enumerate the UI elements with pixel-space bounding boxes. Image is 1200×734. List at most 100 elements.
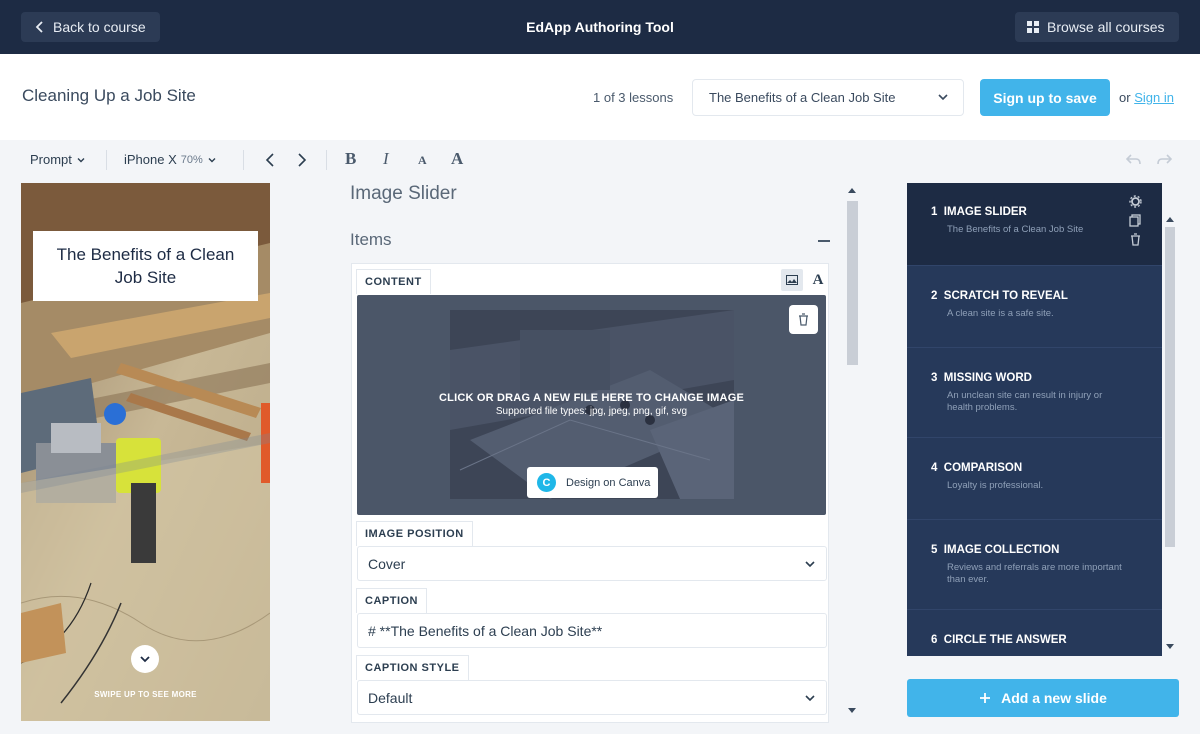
slide-item[interactable]: 5 IMAGE COLLECTION Reviews and referrals…	[907, 519, 1162, 609]
grid-icon	[1027, 21, 1039, 33]
items-heading: Items	[350, 230, 392, 249]
phone-preview[interactable]: The Benefits of a Clean Job Site SWIPE U…	[21, 183, 270, 721]
caption-style-value: Default	[368, 689, 413, 706]
slides-list: 1 IMAGE SLIDER The Benefits of a Clean J…	[907, 183, 1162, 656]
toolbar-divider	[243, 150, 244, 170]
slides-scroll-thumb[interactable]	[1165, 227, 1175, 547]
device-label: iPhone X	[124, 152, 177, 167]
preview-slide-title: The Benefits of a Clean Job Site	[33, 231, 258, 301]
content-type-toggle: A	[781, 269, 829, 291]
section-title: Image Slider	[350, 183, 457, 204]
chevron-down-icon	[938, 94, 948, 101]
caption-value: # **The Benefits of a Clean Job Site**	[368, 622, 603, 639]
sign-in-link[interactable]: Sign in	[1134, 90, 1174, 105]
slides-scrollbar[interactable]	[1162, 183, 1178, 656]
trash-icon	[799, 313, 808, 326]
slide-editor: Image Slider Items CONTENT A CLICK OR DR…	[350, 180, 830, 734]
swipe-hint: SWIPE UP TO SEE MORE	[94, 690, 197, 699]
mode-label: Prompt	[30, 152, 72, 167]
scroll-down-button[interactable]	[131, 645, 159, 673]
slide-title: 6 CIRCLE THE ANSWER	[931, 634, 1067, 646]
design-on-canva-button[interactable]: C Design on Canva	[527, 467, 658, 498]
scroll-down-arrow[interactable]	[848, 708, 856, 713]
content-tag: CONTENT	[356, 269, 431, 294]
gear-icon[interactable]	[1129, 195, 1142, 208]
design-on-canva-label: Design on Canva	[566, 476, 651, 489]
slide-item[interactable]: 3 MISSING WORD An unclean site can resul…	[907, 347, 1162, 437]
or-text: or	[1119, 90, 1131, 105]
next-slide-icon[interactable]	[296, 152, 308, 168]
editor-scroll-thumb[interactable]	[847, 201, 858, 365]
chevron-down-icon	[805, 695, 815, 702]
previous-slide-icon[interactable]	[264, 152, 276, 168]
image-position-select[interactable]: Cover	[357, 546, 827, 581]
slide-description: The Benefits of a Clean Job Site	[947, 224, 1084, 235]
top-bar: Back to course EdApp Authoring Tool Brow…	[0, 0, 1200, 54]
add-new-slide-label: Add a new slide	[1001, 690, 1107, 706]
chevron-down-icon	[77, 157, 85, 162]
duplicate-icon[interactable]	[1129, 214, 1142, 227]
slide-description: An unclean site can result in injury or …	[947, 390, 1103, 413]
slide-item[interactable]: 1 IMAGE SLIDER The Benefits of a Clean J…	[907, 183, 1162, 265]
text-small-button[interactable]: A	[418, 153, 427, 168]
back-to-course-button[interactable]: Back to course	[21, 12, 160, 42]
slide-description: A clean site is a safe site.	[947, 308, 1054, 319]
supported-file-types: Supported file types: jpg, jpeg, png, gi…	[495, 406, 688, 417]
back-to-course-label: Back to course	[53, 19, 146, 35]
chevron-down-icon	[140, 656, 150, 663]
browse-all-courses-label: Browse all courses	[1047, 19, 1165, 35]
drop-message: CLICK OR DRAG A NEW FILE HERE TO CHANGE …	[439, 392, 744, 404]
plus-icon	[980, 693, 991, 703]
caption-style-tag: CAPTION STYLE	[356, 655, 469, 680]
editor-scrollbar[interactable]	[845, 188, 860, 718]
image-mode-icon[interactable]	[781, 269, 803, 291]
zoom-level: 70%	[180, 153, 203, 166]
toolbar-divider	[106, 150, 107, 170]
text-mode-icon[interactable]: A	[807, 269, 829, 291]
scroll-up-arrow[interactable]	[848, 188, 856, 193]
image-dropzone[interactable]: CLICK OR DRAG A NEW FILE HERE TO CHANGE …	[357, 295, 826, 515]
sign-up-button[interactable]: Sign up to save	[980, 79, 1110, 116]
device-dropdown[interactable]: iPhone X 70%	[124, 152, 217, 167]
caption-tag: CAPTION	[356, 588, 427, 613]
chevron-left-icon	[35, 21, 43, 33]
canva-logo-icon: C	[537, 473, 556, 492]
caption-input[interactable]: # **The Benefits of a Clean Job Site**	[357, 613, 827, 648]
lesson-select[interactable]: The Benefits of a Clean Job Site	[692, 79, 964, 116]
lesson-bar: Cleaning Up a Job Site 1 of 3 lessons Th…	[0, 54, 1200, 140]
image-position-tag: IMAGE POSITION	[356, 521, 473, 546]
lesson-count: 1 of 3 lessons	[593, 90, 674, 105]
bold-button[interactable]: B	[345, 149, 356, 169]
add-new-slide-button[interactable]: Add a new slide	[907, 679, 1179, 717]
sign-in-prompt: or Sign in	[1119, 90, 1174, 105]
lesson-select-value: The Benefits of a Clean Job Site	[709, 90, 896, 105]
item-card: CONTENT A CLICK OR DRAG A NEW FILE HERE …	[351, 263, 829, 723]
slide-actions	[1129, 195, 1142, 246]
slide-title: 4 COMPARISON	[931, 462, 1023, 474]
slide-title: 5 IMAGE COLLECTION	[931, 544, 1060, 556]
scroll-down-arrow[interactable]	[1166, 644, 1174, 649]
chevron-down-icon	[208, 157, 216, 162]
image-position-value: Cover	[368, 555, 406, 572]
scroll-up-arrow[interactable]	[1166, 217, 1174, 222]
slide-title: 1 IMAGE SLIDER	[931, 206, 1027, 218]
caption-style-select[interactable]: Default	[357, 680, 827, 715]
slide-description: Loyalty is professional.	[947, 480, 1044, 491]
toolbar-divider	[326, 150, 327, 170]
slide-title: 3 MISSING WORD	[931, 372, 1032, 384]
slide-item[interactable]: 2 SCRATCH TO REVEAL A clean site is a sa…	[907, 265, 1162, 347]
editor-toolbar: Prompt iPhone X 70% B I A A	[0, 140, 1200, 180]
slide-item[interactable]: 4 COMPARISON Loyalty is professional.	[907, 437, 1162, 519]
slide-item[interactable]: 6 CIRCLE THE ANSWER	[907, 609, 1162, 656]
mode-dropdown[interactable]: Prompt	[30, 152, 86, 167]
redo-icon[interactable]	[1156, 153, 1172, 167]
trash-icon[interactable]	[1129, 233, 1142, 246]
undo-icon[interactable]	[1126, 153, 1142, 167]
italic-button[interactable]: I	[383, 149, 389, 169]
delete-image-button[interactable]	[789, 305, 818, 334]
collapse-items-button[interactable]	[818, 240, 830, 242]
slide-description: Reviews and referrals are more important…	[947, 562, 1122, 585]
course-title: Cleaning Up a Job Site	[22, 86, 196, 105]
text-large-button[interactable]: A	[451, 149, 463, 169]
browse-all-courses-button[interactable]: Browse all courses	[1015, 12, 1179, 42]
